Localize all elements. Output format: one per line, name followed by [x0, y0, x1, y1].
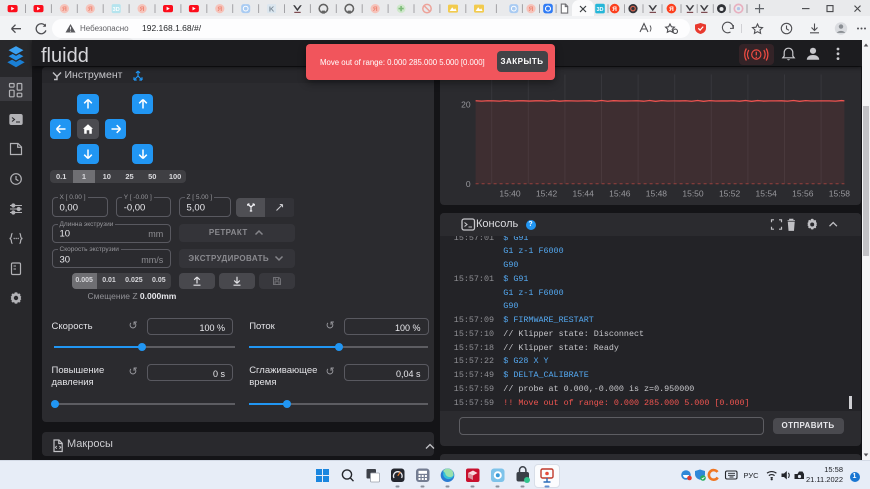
- svg-text:15:48: 15:48: [646, 188, 668, 198]
- svg-text:15:56: 15:56: [792, 188, 814, 198]
- svg-text:0: 0: [466, 178, 471, 188]
- svg-text:15:52: 15:52: [719, 188, 741, 198]
- svg-text:15:58: 15:58: [829, 188, 851, 198]
- svg-text:15:44: 15:44: [573, 188, 595, 198]
- svg-text:15:42: 15:42: [536, 188, 558, 198]
- svg-text:15:50: 15:50: [682, 188, 704, 198]
- svg-text:15:54: 15:54: [756, 188, 778, 198]
- svg-text:15:40: 15:40: [499, 188, 521, 198]
- svg-text:20: 20: [461, 99, 471, 109]
- svg-text:15:46: 15:46: [609, 188, 631, 198]
